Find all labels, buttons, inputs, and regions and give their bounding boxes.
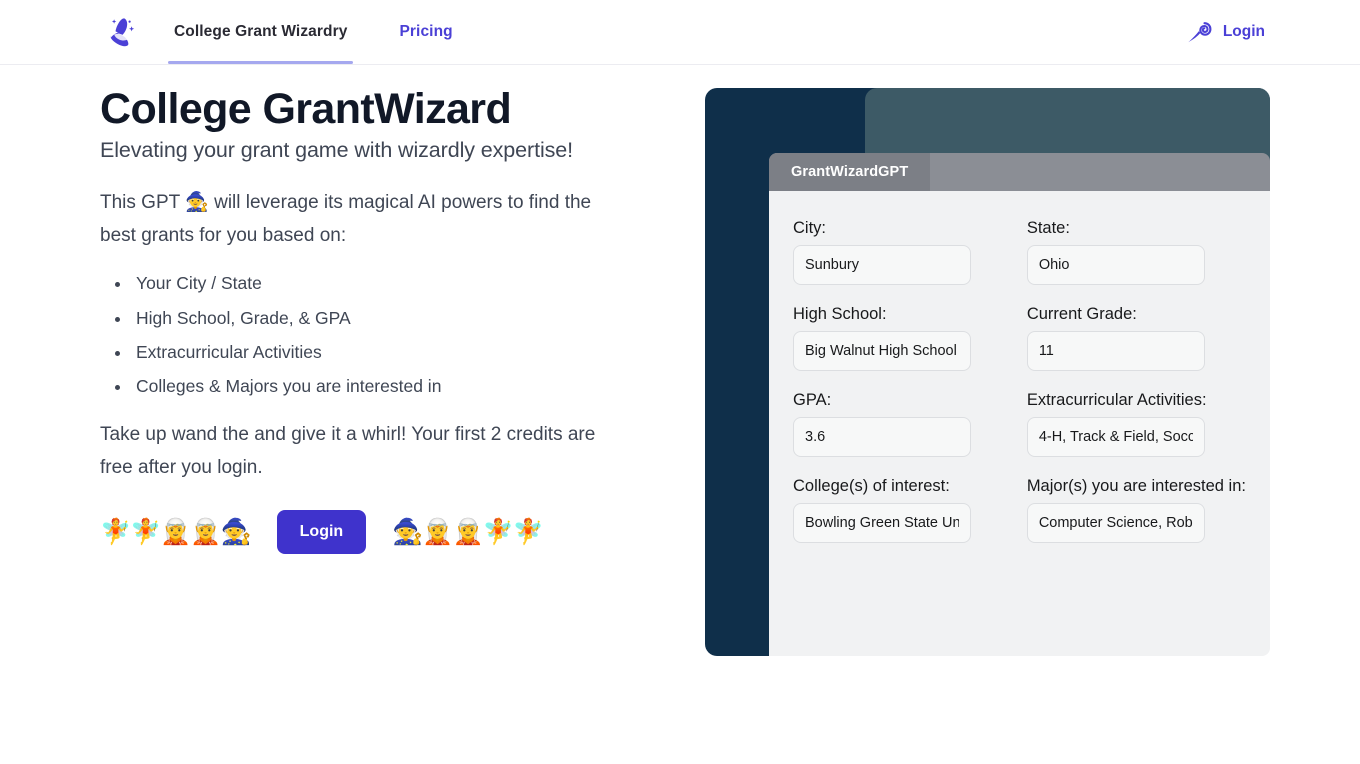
mockup-titlebar: GrantWizardGPT — [769, 153, 1270, 191]
city-input[interactable] — [793, 245, 971, 285]
field-gpa: GPA: — [793, 391, 974, 457]
list-item: Colleges & Majors you are interested in — [132, 369, 660, 403]
field-extracurricular-activities-label: Extracurricular Activities: — [1026, 391, 1207, 409]
site-header: College Grant Wizardry Pricing Login — [0, 0, 1360, 65]
field-colleges-of-interest: College(s) of interest: — [793, 477, 974, 543]
majors-of-interest-input[interactable] — [1026, 503, 1205, 543]
list-item: High School, Grade, & GPA — [132, 301, 660, 335]
tab-college-grant-wizardry[interactable]: College Grant Wizardry — [160, 0, 361, 64]
primary-nav: College Grant Wizardry Pricing — [160, 0, 467, 64]
extracurricular-activities-input[interactable] — [1026, 417, 1205, 457]
field-gpa-label: GPA: — [793, 391, 832, 409]
header-left-group: College Grant Wizardry Pricing — [0, 0, 467, 64]
high-school-input[interactable] — [793, 331, 971, 371]
decorative-emoji-right: 🧙🧝🧝🧚🧚 — [392, 517, 544, 546]
login-button[interactable]: Login — [276, 510, 367, 555]
nav-link-pricing-label: Pricing — [399, 23, 453, 40]
current-grade-input[interactable] — [1026, 331, 1205, 371]
state-input[interactable] — [1026, 245, 1205, 285]
hero-lead-text: This GPT 🧙 will leverage its magical AI … — [100, 192, 592, 246]
field-high-school: High School: — [793, 305, 974, 371]
gpa-input[interactable] — [793, 417, 971, 457]
login-nav-label: Login — [1222, 23, 1265, 40]
cta-row: 🧚🧚🧝🧝🧙 Login 🧙🧝🧝🧚🧚 — [100, 510, 660, 555]
field-city-label: City: — [793, 219, 826, 237]
page-body: College GrantWizard Elevating your grant… — [0, 65, 1360, 764]
field-state-label: State: — [1026, 219, 1070, 237]
decorative-emoji-left: 🧚🧚🧝🧝🧙 — [100, 517, 252, 546]
mockup-form-body: City: State: High School: Current Grade: — [769, 191, 1270, 656]
field-majors-of-interest: Major(s) you are interested in: — [1026, 477, 1246, 543]
page-subtitle: Elevating your grant game with wizardly … — [100, 138, 573, 163]
field-majors-of-interest-label: Major(s) you are interested in: — [1026, 477, 1246, 495]
colleges-of-interest-input[interactable] — [793, 503, 971, 543]
field-current-grade-label: Current Grade: — [1026, 305, 1137, 323]
mockup-window: GrantWizardGPT City: State: High School: — [769, 153, 1270, 656]
login-nav-group[interactable]: Login — [1181, 0, 1265, 64]
wizard-hat-icon[interactable] — [100, 10, 144, 54]
nav-link-pricing[interactable]: Pricing — [385, 0, 466, 64]
list-item: Your City / State — [132, 266, 660, 300]
tab-grantwizardgpt-label: GrantWizardGPT — [791, 164, 909, 180]
swirl-wave-icon — [1181, 15, 1215, 49]
student-profile-form: City: State: High School: Current Grade: — [793, 219, 1246, 543]
field-colleges-of-interest-label: College(s) of interest: — [793, 477, 950, 495]
hero-outro-text: Take up wand the and give it a whirl! Yo… — [100, 423, 596, 478]
list-item: Extracurricular Activities — [132, 335, 660, 369]
field-high-school-label: High School: — [793, 305, 887, 323]
hero-section: College GrantWizard Elevating your grant… — [100, 85, 660, 555]
app-preview-mockup: GrantWizardGPT City: State: High School: — [705, 88, 1270, 656]
field-state: State: — [1026, 219, 1246, 285]
feature-list: Your City / State High School, Grade, & … — [132, 266, 660, 403]
tab-college-grant-wizardry-label: College Grant Wizardry — [174, 23, 348, 40]
tab-grantwizardgpt[interactable]: GrantWizardGPT — [769, 153, 931, 191]
field-city: City: — [793, 219, 974, 285]
field-current-grade: Current Grade: — [1026, 305, 1246, 371]
field-extracurricular-activities: Extracurricular Activities: — [1026, 391, 1246, 457]
page-title: College GrantWizard — [100, 85, 512, 133]
